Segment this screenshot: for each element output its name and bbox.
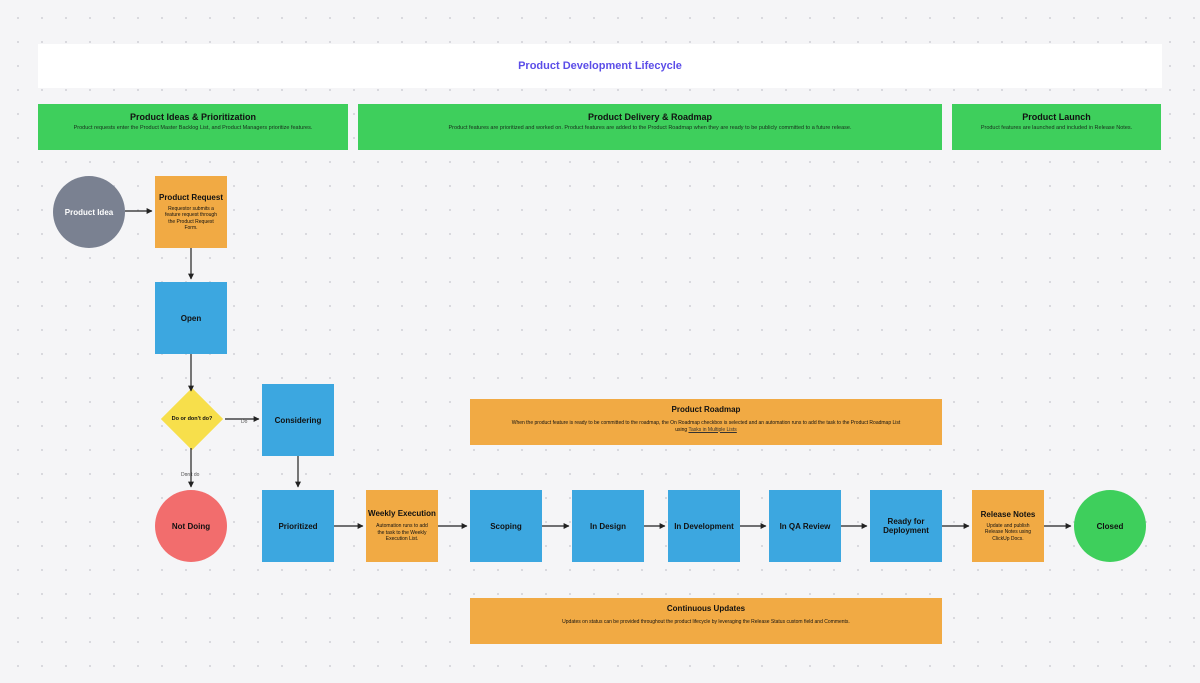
phase-launch-sub: Product features are launched and includ…: [952, 125, 1161, 131]
node-decision[interactable]: Do or don't do?: [161, 388, 223, 450]
node-considering[interactable]: Considering: [262, 384, 334, 456]
phase-ideas-sub: Product requests enter the Product Maste…: [38, 125, 348, 131]
banner-continuous-updates: Continuous Updates Updates on status can…: [470, 598, 942, 644]
node-open[interactable]: Open: [155, 282, 227, 354]
node-release-notes-sub: Update and publish Release Notes using C…: [972, 523, 1044, 543]
phase-delivery-title: Product Delivery & Roadmap: [358, 112, 942, 122]
banner-continuous-updates-sub: Updates on status can be provided throug…: [470, 619, 942, 626]
phase-ideas-title: Product Ideas & Prioritization: [38, 112, 348, 122]
node-release-notes-title: Release Notes: [981, 510, 1036, 519]
banner-product-roadmap: Product Roadmap When the product feature…: [470, 399, 942, 445]
node-in-development[interactable]: In Development: [668, 490, 740, 562]
phase-delivery: Product Delivery & Roadmap Product featu…: [358, 104, 942, 150]
node-product-request-title: Product Request: [159, 193, 223, 202]
node-in-qa-review[interactable]: In QA Review: [769, 490, 841, 562]
phase-launch: Product Launch Product features are laun…: [952, 104, 1161, 150]
node-closed[interactable]: Closed: [1074, 490, 1146, 562]
phase-delivery-sub: Product features are prioritized and wor…: [358, 125, 942, 131]
node-product-idea[interactable]: Product Idea: [53, 176, 125, 248]
banner-continuous-updates-title: Continuous Updates: [470, 598, 942, 613]
node-decision-text: Do or don't do?: [172, 416, 213, 423]
node-release-notes[interactable]: Release Notes Update and publish Release…: [972, 490, 1044, 562]
banner-product-roadmap-title: Product Roadmap: [470, 399, 942, 414]
edge-label-dontdo: Don't do: [181, 472, 200, 478]
node-in-design[interactable]: In Design: [572, 490, 644, 562]
page-title: Product Development Lifecycle: [38, 44, 1162, 88]
node-scoping[interactable]: Scoping: [470, 490, 542, 562]
phase-launch-title: Product Launch: [952, 112, 1161, 122]
node-weekly-execution-title: Weekly Execution: [368, 509, 436, 519]
banner-product-roadmap-sub: When the product feature is ready to be …: [470, 420, 942, 433]
phase-ideas: Product Ideas & Prioritization Product r…: [38, 104, 348, 150]
node-not-doing[interactable]: Not Doing: [155, 490, 227, 562]
node-prioritized[interactable]: Prioritized: [262, 490, 334, 562]
node-weekly-execution[interactable]: Weekly Execution Automation runs to add …: [366, 490, 438, 562]
node-weekly-execution-sub: Automation runs to add the task to the W…: [366, 523, 438, 543]
roadmap-link[interactable]: Tasks in Multiple Lists: [688, 427, 736, 433]
node-product-request-sub: Requestor submits a feature request thro…: [155, 206, 227, 232]
node-ready-deployment[interactable]: Ready for Deployment: [870, 490, 942, 562]
node-product-request[interactable]: Product Request Requestor submits a feat…: [155, 176, 227, 248]
edge-label-do: Do: [241, 419, 248, 425]
